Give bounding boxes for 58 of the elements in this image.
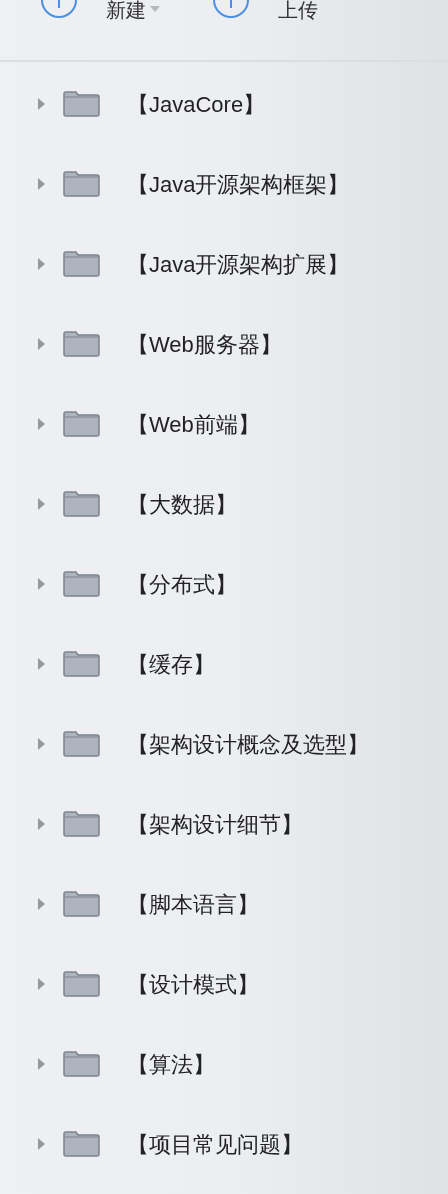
caret-icon[interactable]: [37, 97, 47, 111]
folder-row[interactable]: 【项目常见问题】: [0, 1104, 448, 1184]
folder-icon: [63, 891, 100, 917]
folder-row[interactable]: 【Java开源架构框架】: [0, 144, 448, 224]
folder-icon: [63, 331, 100, 357]
folder-icon: [63, 91, 100, 117]
folder-name: 【Java开源架构框架】: [127, 170, 350, 199]
folder-icon: [63, 571, 100, 597]
folder-name: 【架构设计概念及选型】: [127, 730, 369, 759]
folder-row[interactable]: 【缓存】: [0, 624, 448, 704]
caret-icon[interactable]: [37, 1137, 47, 1151]
folder-row[interactable]: 【架构设计概念及选型】: [0, 704, 448, 784]
folder-icon: [63, 731, 100, 757]
folder-icon: [63, 1051, 100, 1077]
caret-icon[interactable]: [37, 257, 47, 271]
folder-name: 【大数据】: [127, 490, 237, 519]
folder-icon: [63, 1131, 100, 1157]
folder-row[interactable]: 【算法】: [0, 1024, 448, 1104]
folder-icon: [63, 411, 100, 437]
folder-name: 【Web服务器】: [127, 330, 282, 359]
caret-icon[interactable]: [37, 737, 47, 751]
caret-icon[interactable]: [37, 497, 47, 511]
folder-name: 【算法】: [127, 1050, 215, 1079]
caret-icon[interactable]: [37, 1057, 47, 1071]
caret-icon[interactable]: [37, 657, 47, 671]
folder-icon: [63, 251, 100, 277]
folder-name: 【架构设计细节】: [127, 810, 303, 839]
folder-row[interactable]: 【架构设计细节】: [0, 784, 448, 864]
folder-icon: [63, 971, 100, 997]
folder-name: 【项目常见问题】: [127, 1130, 303, 1159]
caret-icon[interactable]: [37, 417, 47, 431]
toolbar-button[interactable]: 上传: [212, 0, 318, 20]
folder-icon: [63, 491, 100, 517]
folder-row[interactable]: 【设计模式】: [0, 944, 448, 1024]
folder-row[interactable]: 【脚本语言】: [0, 864, 448, 944]
folder-name: 【Java开源架构扩展】: [127, 250, 350, 279]
folder-icon: [63, 651, 100, 677]
folder-icon: [63, 171, 100, 197]
folder-name: 【Web前端】: [127, 410, 260, 439]
caret-icon[interactable]: [37, 817, 47, 831]
caret-icon[interactable]: [37, 577, 47, 591]
folder-name: 【分布式】: [127, 570, 237, 599]
folder-icon: [63, 811, 100, 837]
folder-name: 【缓存】: [127, 650, 215, 679]
folder-row[interactable]: 【Java开源架构扩展】: [0, 224, 448, 304]
caret-icon[interactable]: [37, 177, 47, 191]
folder-row[interactable]: 【Web前端】: [0, 384, 448, 464]
folder-row[interactable]: 【Web服务器】: [0, 304, 448, 384]
caret-icon[interactable]: [37, 337, 47, 351]
folder-row[interactable]: 【分布式】: [0, 544, 448, 624]
caret-icon[interactable]: [37, 897, 47, 911]
caret-icon[interactable]: [37, 977, 47, 991]
folder-name: 【JavaCore】: [127, 90, 266, 119]
folder-row[interactable]: 【大数据】: [0, 464, 448, 544]
folder-name: 【设计模式】: [127, 970, 259, 999]
toolbar-button[interactable]: 新建: [40, 0, 160, 20]
folder-row[interactable]: 【JavaCore】: [0, 64, 448, 144]
folder-name: 【脚本语言】: [127, 890, 259, 919]
